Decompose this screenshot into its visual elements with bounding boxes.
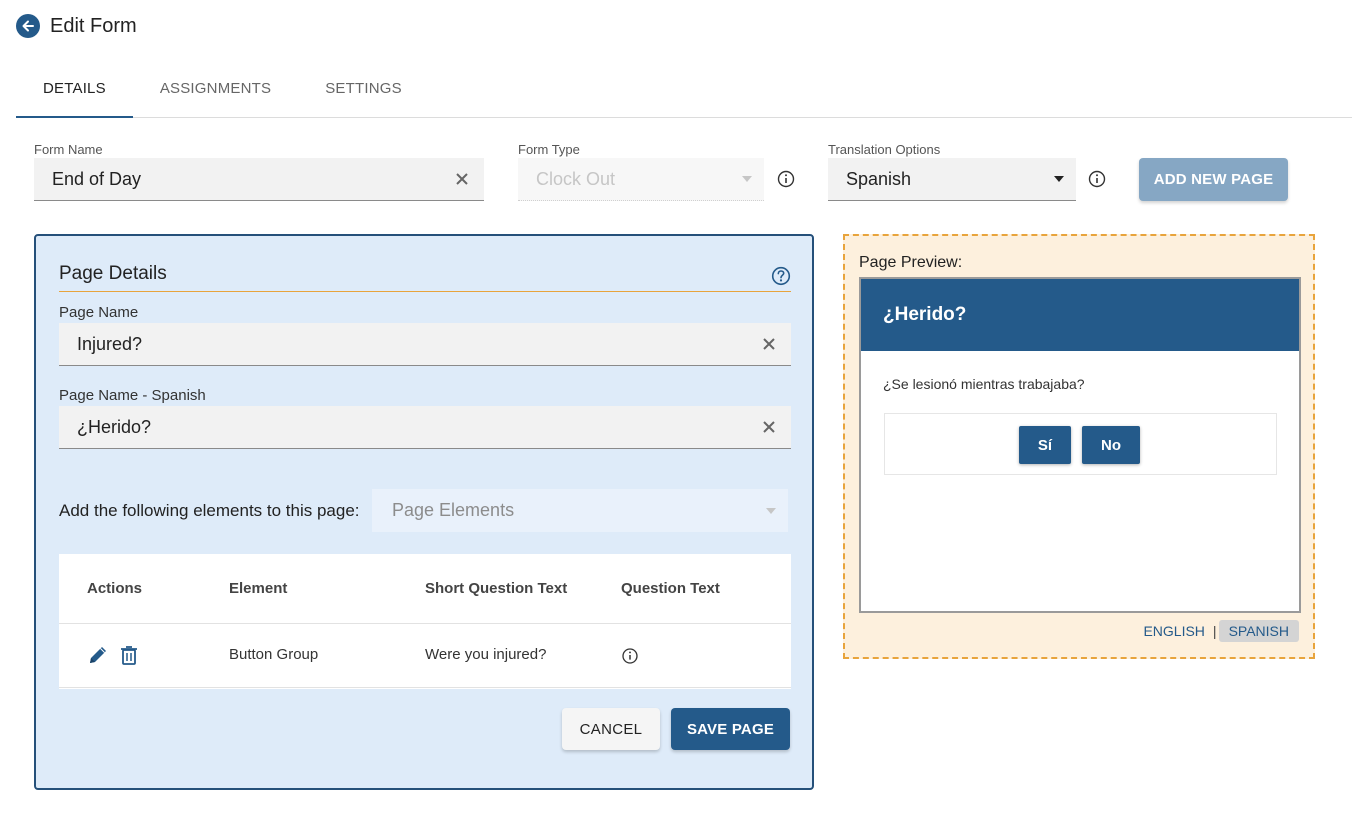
language-separator: | <box>1212 623 1217 639</box>
tab-assignments[interactable]: ASSIGNMENTS <box>133 62 298 118</box>
cell-element: Button Group <box>229 646 319 663</box>
page-elements-select[interactable]: Page Elements <box>372 489 788 532</box>
form-type-select: Clock Out <box>518 158 764 201</box>
column-header-element: Element <box>229 580 288 597</box>
info-icon[interactable] <box>621 647 639 665</box>
clear-icon[interactable] <box>759 417 779 437</box>
page-name-spanish-label: Page Name - Spanish <box>59 387 206 404</box>
page-name-spanish-input[interactable]: ¿Herido? <box>59 406 791 449</box>
page-name-value: Injured? <box>77 333 143 354</box>
info-icon[interactable] <box>1088 170 1106 188</box>
info-icon[interactable] <box>777 170 795 188</box>
help-icon[interactable] <box>771 266 791 286</box>
page-name-label: Page Name <box>59 304 139 321</box>
chevron-down-icon <box>766 508 776 514</box>
table-row: Button Group Were you injured? <box>59 624 791 688</box>
column-header-short-question: Short Question Text <box>425 580 568 597</box>
form-name-input[interactable]: End of Day <box>34 158 484 201</box>
preview-screen: ¿Herido? ¿Se lesionó mientras trabajaba?… <box>859 277 1301 613</box>
chevron-down-icon <box>1054 176 1064 182</box>
page-name-input[interactable]: Injured? <box>59 323 791 366</box>
elements-table: Actions Element Short Question Text Ques… <box>59 554 791 689</box>
clear-icon[interactable] <box>452 169 472 189</box>
language-spanish-option[interactable]: SPANISH <box>1218 620 1299 642</box>
cancel-button[interactable]: CANCEL <box>562 708 660 750</box>
tab-details[interactable]: DETAILS <box>16 62 133 118</box>
language-toggle: ENGLISH | SPANISH <box>1137 620 1299 642</box>
form-name-value: End of Day <box>52 168 142 189</box>
preview-no-button[interactable]: No <box>1082 426 1140 464</box>
header: Edit Form <box>16 14 137 38</box>
column-header-question-text: Question Text <box>621 580 720 597</box>
language-english-option[interactable]: ENGLISH <box>1137 620 1210 642</box>
preview-button-group: Sí No <box>884 413 1277 475</box>
pencil-icon[interactable] <box>87 644 109 666</box>
page-details-title: Page Details <box>59 263 167 284</box>
page-details-panel: Page Details Page Name Injured? Page Nam… <box>34 234 814 790</box>
add-new-page-button[interactable]: ADD NEW PAGE <box>1139 158 1288 201</box>
translation-options-value: Spanish <box>846 168 912 189</box>
table-header: Actions Element Short Question Text Ques… <box>59 554 791 624</box>
preview-yes-button[interactable]: Sí <box>1019 426 1071 464</box>
form-type-label: Form Type <box>518 142 580 157</box>
translation-options-label: Translation Options <box>828 142 941 157</box>
page-preview-panel: Page Preview: ¿Herido? ¿Se lesionó mient… <box>843 234 1315 659</box>
translation-options-select[interactable]: Spanish <box>828 158 1076 201</box>
divider <box>59 291 791 292</box>
back-arrow-icon[interactable] <box>16 14 40 38</box>
form-name-label: Form Name <box>34 142 103 157</box>
elements-label: Add the following elements to this page: <box>59 501 360 520</box>
page-elements-placeholder: Page Elements <box>392 500 515 520</box>
trash-icon[interactable] <box>118 644 140 666</box>
preview-question: ¿Se lesionó mientras trabajaba? <box>883 376 1085 392</box>
chevron-down-icon <box>742 176 752 182</box>
save-page-button[interactable]: SAVE PAGE <box>671 708 790 750</box>
column-header-actions: Actions <box>87 580 143 597</box>
clear-icon[interactable] <box>759 334 779 354</box>
page-title: Edit Form <box>50 14 137 37</box>
tab-settings[interactable]: SETTINGS <box>298 62 429 118</box>
page-preview-label: Page Preview: <box>859 254 963 271</box>
tab-bar: DETAILS ASSIGNMENTS SETTINGS <box>16 62 1352 118</box>
cell-short-question: Were you injured? <box>425 646 547 663</box>
page-name-spanish-value: ¿Herido? <box>77 416 152 437</box>
preview-screen-title: ¿Herido? <box>861 279 1299 351</box>
form-type-value: Clock Out <box>536 168 616 189</box>
